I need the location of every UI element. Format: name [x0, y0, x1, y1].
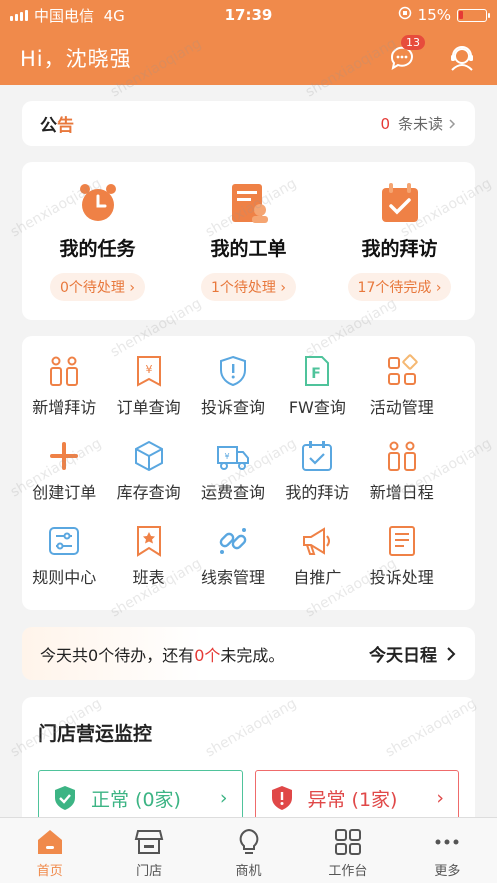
box-icon [134, 440, 163, 472]
grid-item-stock-query[interactable]: 库存查询 [106, 439, 190, 524]
sliders-icon [49, 527, 80, 555]
people-icon [387, 441, 416, 471]
tab-store[interactable]: 门店 [99, 818, 198, 883]
store-icon [134, 830, 164, 854]
chevron-right-icon: › [436, 787, 444, 809]
my-work-orders[interactable]: 我的工单 1个待处理 › [173, 162, 324, 320]
chevron-right-icon [447, 646, 456, 661]
grid-item-my-visits[interactable]: 我的拜访 [275, 439, 359, 524]
megaphone-icon [303, 527, 331, 555]
svg-text:¥: ¥ [224, 452, 229, 461]
battery-percent: 15% [417, 6, 451, 24]
shield-check-icon [55, 786, 75, 810]
grid-item-new-visit[interactable]: 新增拜访 [22, 354, 106, 439]
tab-more[interactable]: 更多 [398, 818, 497, 883]
battery-icon [457, 8, 490, 22]
home-icon [37, 830, 62, 854]
unread-count: 0 条未读 [380, 113, 457, 134]
svg-text:¥: ¥ [145, 363, 152, 376]
my-tasks[interactable]: 我的任务 0个待处理 › [22, 162, 173, 320]
my-visits[interactable]: 我的拜访 17个待完成 › [324, 162, 475, 320]
more-icon [435, 839, 459, 845]
truck-icon: ¥ [216, 446, 249, 470]
greeting: Hi，沈晓强 [20, 46, 132, 71]
signal-icon [10, 9, 28, 21]
message-button[interactable]: 13 [387, 34, 425, 73]
carrier-label: 中国电信 4G [34, 6, 125, 25]
monitor-title: 门店营运监控 [38, 723, 153, 745]
grid-item-complaint-query[interactable]: 投诉查询 [191, 354, 275, 439]
svg-text:F: F [312, 366, 322, 382]
today-summary-text: 今天共0个待办，还有0个未完成。 [40, 645, 285, 665]
app-header: Hi，沈晓强 13 [0, 30, 497, 85]
apps-icon [387, 354, 418, 385]
people-icon [50, 356, 79, 386]
grid-item-lead-manage[interactable]: 线索管理 [191, 524, 275, 609]
shield-alert-icon [219, 355, 246, 387]
work-order-icon [231, 184, 268, 223]
list-document-icon [388, 526, 415, 556]
plus-icon [50, 442, 79, 470]
task-pending-pill[interactable]: 0个待处理 › [50, 273, 145, 301]
main-label: 我的拜访 [361, 238, 438, 260]
shield-alert-icon [271, 786, 292, 810]
today-schedule-link[interactable]: 今天日程 [369, 641, 457, 666]
main-label: 我的工单 [210, 238, 287, 260]
chevron-right-icon [449, 118, 456, 129]
grid-icon [334, 829, 361, 855]
chevron-right-icon: › [219, 787, 228, 809]
orientation-lock-icon [398, 6, 412, 24]
tab-opportunity[interactable]: 商机 [199, 818, 298, 883]
grid-item-activity-manage[interactable]: 活动管理 [360, 354, 444, 439]
store-monitor-panel: 门店营运监控 正常 (0家) › 异常 (1家) › [22, 697, 475, 837]
headset-icon [451, 45, 473, 71]
tab-workbench[interactable]: 工作台 [298, 818, 397, 883]
receipt-icon: ¥ [136, 356, 161, 387]
grid-item-order-query[interactable]: ¥ 订单查询 [106, 354, 190, 439]
visit-pending-pill[interactable]: 17个待完成 › [347, 273, 452, 301]
grid-item-create-order[interactable]: 创建订单 [22, 439, 106, 524]
lightbulb-icon [239, 828, 258, 854]
link-icon [219, 528, 247, 554]
feature-grid: 新增拜访 ¥ 订单查询 投诉查询 F FW查询 活动管理 创建订单 库存查询 ¥ [22, 336, 475, 610]
order-pending-pill[interactable]: 1个待处理 › [201, 273, 296, 301]
calendar-check-icon [381, 183, 418, 222]
notice-bar[interactable]: 公告 0 条未读 [22, 101, 475, 146]
my-work-panel: 我的任务 0个待处理 › 我的工单 1个待处理 › 我的拜访 17个待完成 › [22, 162, 475, 320]
message-badge: 13 [401, 34, 425, 50]
grid-item-new-schedule[interactable]: 新增日程 [360, 439, 444, 524]
grid-item-fw-query[interactable]: F FW查询 [275, 354, 359, 439]
grid-item-freight-query[interactable]: ¥ 运费查询 [191, 439, 275, 524]
grid-item-shift-table[interactable]: 班表 [106, 524, 190, 609]
tab-home[interactable]: 首页 [0, 818, 99, 883]
alarm-clock-icon [79, 184, 116, 221]
grid-item-rule-center[interactable]: 规则中心 [22, 524, 106, 609]
customer-service-button[interactable] [447, 43, 477, 73]
grid-item-self-promote[interactable]: 自推广 [275, 524, 359, 609]
grid-item-complaint-handle[interactable]: 投诉处理 [360, 524, 444, 609]
today-summary: 今天共0个待办，还有0个未完成。 今天日程 [22, 627, 475, 680]
notice-title: 公告 [40, 116, 74, 136]
main-label: 我的任务 [59, 238, 136, 260]
calendar-check-icon [302, 441, 333, 471]
bookmark-star-icon [136, 526, 161, 557]
bottom-tab-bar: 首页 门店 商机 工作台 更多 [0, 817, 497, 883]
fw-document-icon: F [305, 356, 330, 386]
status-bar: 中国电信 4G 17:39 15% [0, 0, 497, 30]
